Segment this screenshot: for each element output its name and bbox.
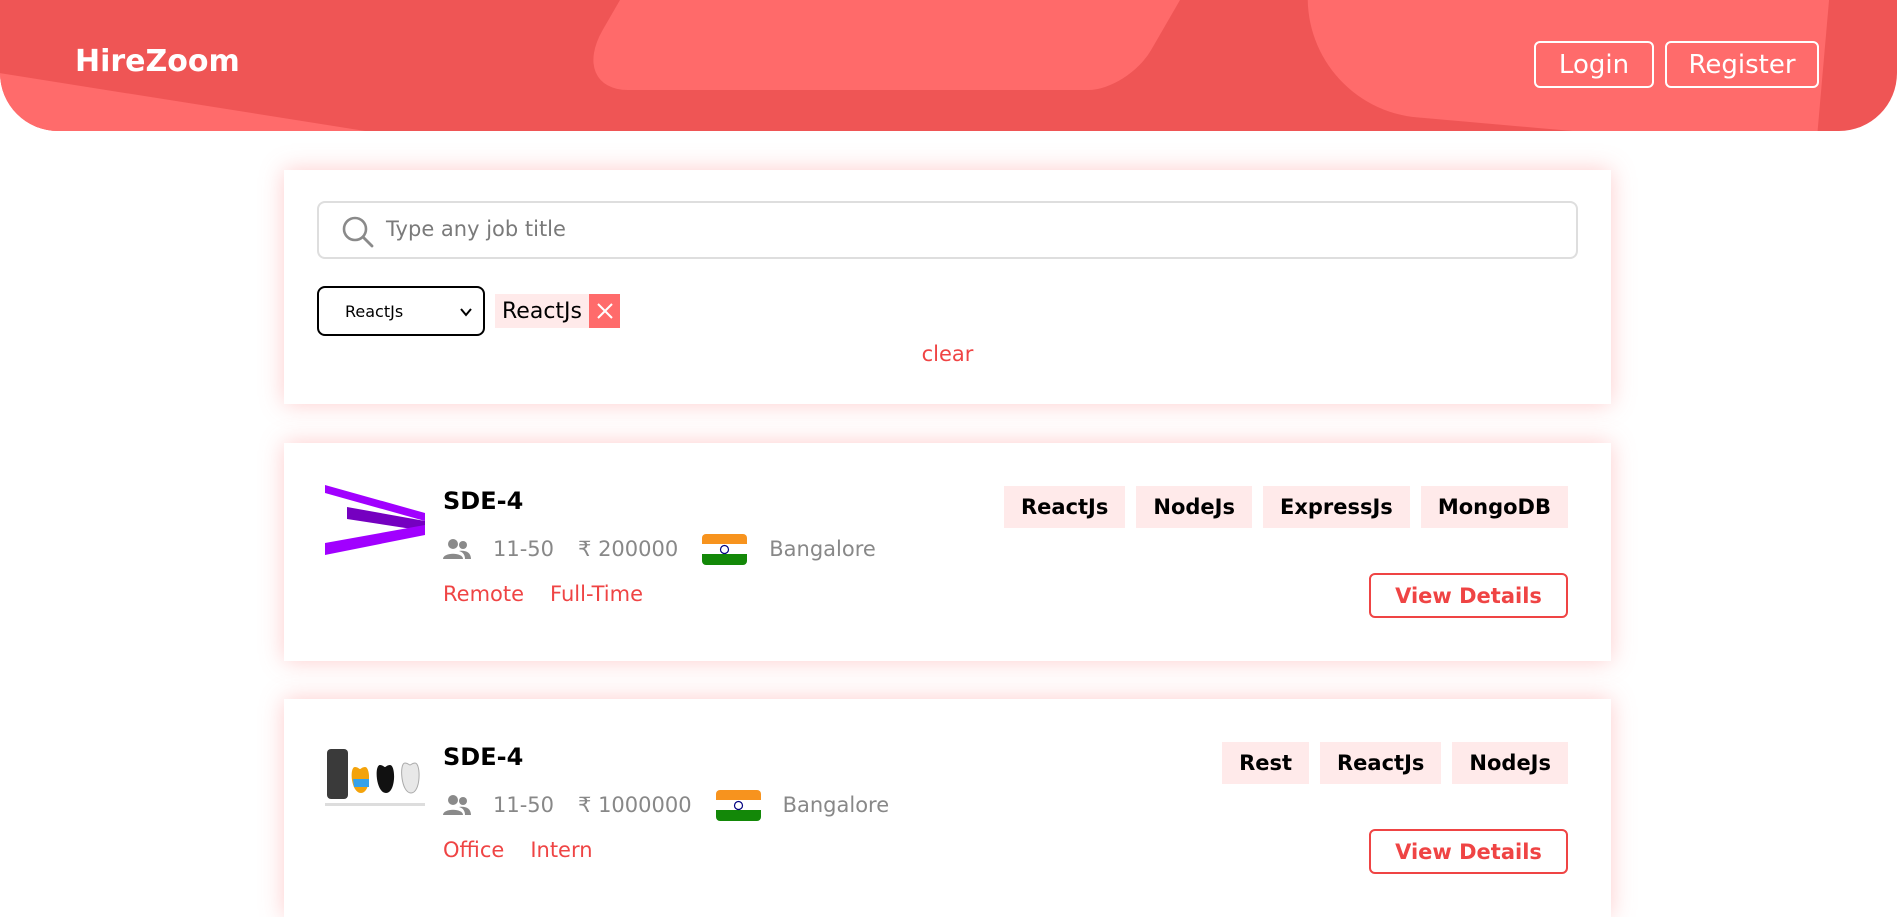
job-location: Bangalore <box>782 793 890 817</box>
skill-tag: ExpressJs <box>1262 486 1410 528</box>
salary: ₹ 1000000 <box>578 793 692 817</box>
job-card: SDE-4 11-50 ₹ 200000 Bangalore Remote Fu… <box>284 443 1611 661</box>
job-meta: 11-50 ₹ 1000000 Bangalore <box>443 788 889 822</box>
skill-tag: ReactJs <box>1320 742 1442 784</box>
skill-tag: Rest <box>1222 742 1310 784</box>
view-details-button[interactable]: View Details <box>1369 573 1568 618</box>
people-icon <box>443 795 471 815</box>
skill-tag: ReactJs <box>1003 486 1126 528</box>
active-filter-chip: ReactJs <box>495 294 620 328</box>
search-input[interactable]: Type any job title <box>317 201 1578 259</box>
salary: ₹ 200000 <box>578 537 679 561</box>
job-meta: 11-50 ₹ 200000 Bangalore <box>443 532 876 566</box>
job-type: Intern <box>530 838 593 862</box>
chip-label: ReactJs <box>502 298 582 324</box>
skill-tag: MongoDB <box>1420 486 1568 528</box>
company-size: 11-50 <box>493 793 555 817</box>
job-title[interactable]: SDE-4 <box>443 487 523 515</box>
skill-tag: NodeJs <box>1452 742 1568 784</box>
filter-panel: Type any job title ReactJs ReactJs clear <box>284 170 1611 404</box>
chevron-down-icon <box>460 308 472 317</box>
close-icon <box>596 303 613 319</box>
remove-chip-button[interactable] <box>589 294 620 328</box>
job-location: Bangalore <box>769 537 876 561</box>
clear-filters-link[interactable]: clear <box>284 342 1611 366</box>
skill-select-value: ReactJs <box>345 301 404 321</box>
skill-tags: Rest ReactJs NodeJs <box>1222 742 1568 784</box>
india-flag-icon <box>715 789 761 821</box>
skill-tag: NodeJs <box>1136 486 1252 528</box>
company-size: 11-50 <box>493 537 555 561</box>
register-button[interactable]: Register <box>1665 41 1819 88</box>
view-details-button[interactable]: View Details <box>1369 829 1568 874</box>
brand-logo[interactable]: HireZoom <box>75 44 240 79</box>
company-logo <box>325 485 425 555</box>
job-card: SDE-4 11-50 ₹ 1000000 Bangalore Office I… <box>284 699 1611 917</box>
job-attributes: Remote Full-Time <box>443 582 669 606</box>
site-header: HireZoom Login Register <box>0 0 1897 131</box>
skill-tags: ReactJs NodeJs ExpressJs MongoDB <box>1003 486 1568 528</box>
india-flag-icon <box>702 533 748 565</box>
work-mode: Office <box>443 838 505 862</box>
search-placeholder: Type any job title <box>386 217 566 241</box>
job-title[interactable]: SDE-4 <box>443 743 523 771</box>
header-decoration <box>0 70 455 131</box>
job-type: Full-Time <box>550 582 643 606</box>
skill-select[interactable]: ReactJs <box>317 286 485 336</box>
people-icon <box>443 539 471 559</box>
header-decoration <box>568 0 1232 90</box>
login-button[interactable]: Login <box>1534 41 1654 88</box>
search-icon <box>342 216 374 248</box>
company-logo <box>325 741 425 814</box>
work-mode: Remote <box>443 582 525 606</box>
job-attributes: Office Intern <box>443 838 619 862</box>
